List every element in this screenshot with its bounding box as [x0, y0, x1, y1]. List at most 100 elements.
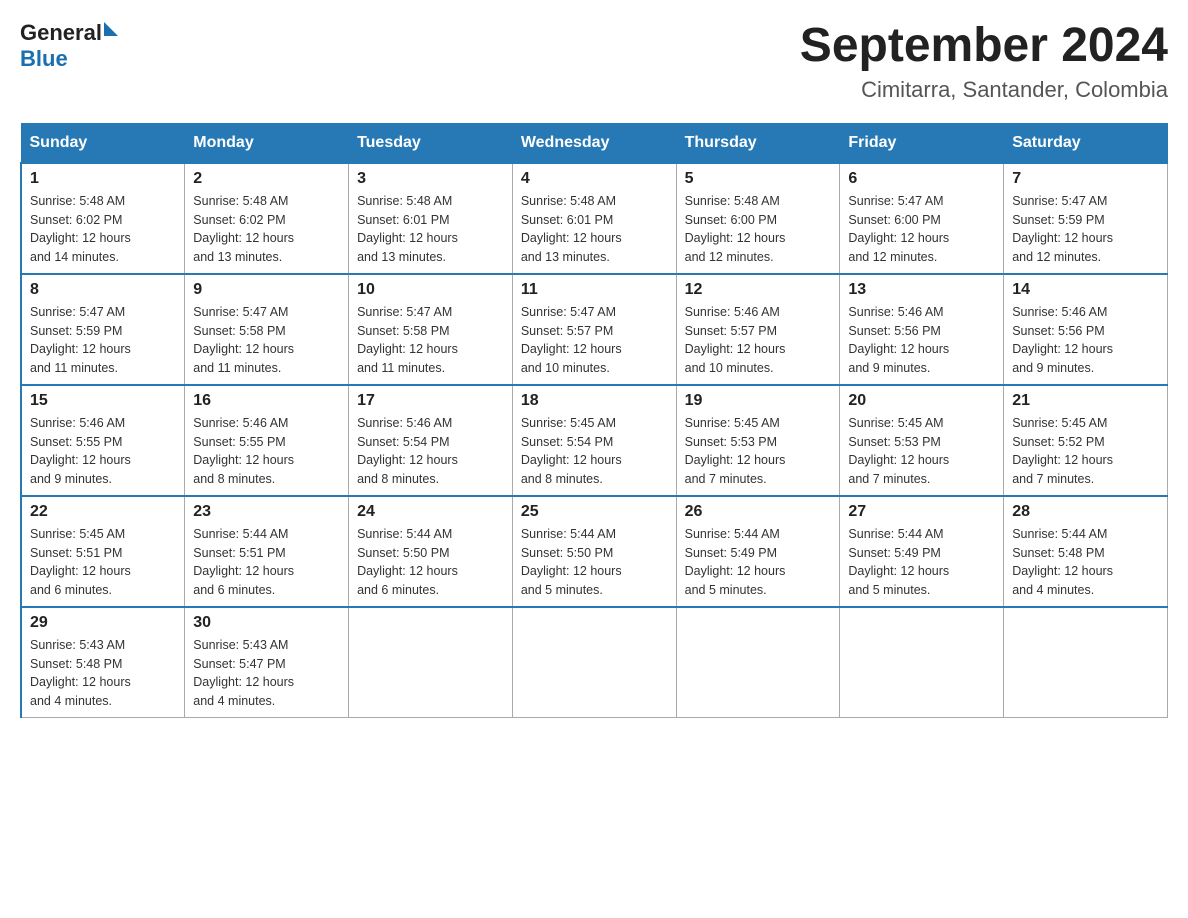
day-number: 26	[685, 503, 832, 521]
day-number: 15	[30, 392, 176, 410]
week-row-3: 15 Sunrise: 5:46 AM Sunset: 5:55 PM Dayl…	[21, 385, 1168, 496]
calendar-cell: 8 Sunrise: 5:47 AM Sunset: 5:59 PM Dayli…	[21, 274, 185, 385]
calendar-cell: 12 Sunrise: 5:46 AM Sunset: 5:57 PM Dayl…	[676, 274, 840, 385]
calendar-cell: 18 Sunrise: 5:45 AM Sunset: 5:54 PM Dayl…	[512, 385, 676, 496]
day-number: 27	[848, 503, 995, 521]
day-number: 28	[1012, 503, 1159, 521]
calendar-title: September 2024	[800, 20, 1168, 73]
day-number: 11	[521, 281, 668, 299]
header-thursday: Thursday	[676, 123, 840, 163]
calendar-cell: 4 Sunrise: 5:48 AM Sunset: 6:01 PM Dayli…	[512, 163, 676, 274]
calendar-cell	[512, 607, 676, 718]
day-number: 19	[685, 392, 832, 410]
calendar-cell: 23 Sunrise: 5:44 AM Sunset: 5:51 PM Dayl…	[185, 496, 349, 607]
day-number: 1	[30, 170, 176, 188]
day-number: 2	[193, 170, 340, 188]
calendar-cell: 17 Sunrise: 5:46 AM Sunset: 5:54 PM Dayl…	[349, 385, 513, 496]
title-area: September 2024 Cimitarra, Santander, Col…	[800, 20, 1168, 103]
day-number: 13	[848, 281, 995, 299]
calendar-cell	[676, 607, 840, 718]
day-info: Sunrise: 5:44 AM Sunset: 5:49 PM Dayligh…	[848, 525, 995, 600]
logo: General Blue	[20, 20, 118, 72]
day-info: Sunrise: 5:47 AM Sunset: 5:59 PM Dayligh…	[1012, 192, 1159, 267]
week-row-2: 8 Sunrise: 5:47 AM Sunset: 5:59 PM Dayli…	[21, 274, 1168, 385]
day-number: 25	[521, 503, 668, 521]
day-info: Sunrise: 5:45 AM Sunset: 5:52 PM Dayligh…	[1012, 414, 1159, 489]
day-info: Sunrise: 5:48 AM Sunset: 6:02 PM Dayligh…	[193, 192, 340, 267]
day-info: Sunrise: 5:47 AM Sunset: 5:58 PM Dayligh…	[193, 303, 340, 378]
day-info: Sunrise: 5:48 AM Sunset: 6:00 PM Dayligh…	[685, 192, 832, 267]
logo-triangle-icon	[104, 22, 118, 36]
day-number: 3	[357, 170, 504, 188]
calendar-cell: 19 Sunrise: 5:45 AM Sunset: 5:53 PM Dayl…	[676, 385, 840, 496]
day-info: Sunrise: 5:47 AM Sunset: 6:00 PM Dayligh…	[848, 192, 995, 267]
day-number: 24	[357, 503, 504, 521]
day-info: Sunrise: 5:47 AM Sunset: 5:58 PM Dayligh…	[357, 303, 504, 378]
calendar-cell: 21 Sunrise: 5:45 AM Sunset: 5:52 PM Dayl…	[1004, 385, 1168, 496]
day-number: 14	[1012, 281, 1159, 299]
calendar-cell: 25 Sunrise: 5:44 AM Sunset: 5:50 PM Dayl…	[512, 496, 676, 607]
header-monday: Monday	[185, 123, 349, 163]
day-info: Sunrise: 5:48 AM Sunset: 6:01 PM Dayligh…	[521, 192, 668, 267]
day-number: 8	[30, 281, 176, 299]
calendar-cell: 14 Sunrise: 5:46 AM Sunset: 5:56 PM Dayl…	[1004, 274, 1168, 385]
calendar-cell	[1004, 607, 1168, 718]
day-number: 9	[193, 281, 340, 299]
day-number: 6	[848, 170, 995, 188]
day-number: 17	[357, 392, 504, 410]
calendar-cell: 28 Sunrise: 5:44 AM Sunset: 5:48 PM Dayl…	[1004, 496, 1168, 607]
calendar-cell: 10 Sunrise: 5:47 AM Sunset: 5:58 PM Dayl…	[349, 274, 513, 385]
day-number: 4	[521, 170, 668, 188]
day-info: Sunrise: 5:46 AM Sunset: 5:57 PM Dayligh…	[685, 303, 832, 378]
header-sunday: Sunday	[21, 123, 185, 163]
calendar-cell: 1 Sunrise: 5:48 AM Sunset: 6:02 PM Dayli…	[21, 163, 185, 274]
day-number: 18	[521, 392, 668, 410]
day-info: Sunrise: 5:44 AM Sunset: 5:48 PM Dayligh…	[1012, 525, 1159, 600]
calendar-cell: 30 Sunrise: 5:43 AM Sunset: 5:47 PM Dayl…	[185, 607, 349, 718]
calendar-cell: 2 Sunrise: 5:48 AM Sunset: 6:02 PM Dayli…	[185, 163, 349, 274]
day-info: Sunrise: 5:45 AM Sunset: 5:53 PM Dayligh…	[685, 414, 832, 489]
calendar-table: SundayMondayTuesdayWednesdayThursdayFrid…	[20, 123, 1168, 718]
day-info: Sunrise: 5:44 AM Sunset: 5:51 PM Dayligh…	[193, 525, 340, 600]
day-number: 5	[685, 170, 832, 188]
calendar-cell: 16 Sunrise: 5:46 AM Sunset: 5:55 PM Dayl…	[185, 385, 349, 496]
day-info: Sunrise: 5:46 AM Sunset: 5:55 PM Dayligh…	[193, 414, 340, 489]
calendar-cell: 3 Sunrise: 5:48 AM Sunset: 6:01 PM Dayli…	[349, 163, 513, 274]
day-info: Sunrise: 5:45 AM Sunset: 5:51 PM Dayligh…	[30, 525, 176, 600]
day-number: 7	[1012, 170, 1159, 188]
day-info: Sunrise: 5:45 AM Sunset: 5:54 PM Dayligh…	[521, 414, 668, 489]
calendar-cell: 6 Sunrise: 5:47 AM Sunset: 6:00 PM Dayli…	[840, 163, 1004, 274]
calendar-cell: 20 Sunrise: 5:45 AM Sunset: 5:53 PM Dayl…	[840, 385, 1004, 496]
day-info: Sunrise: 5:45 AM Sunset: 5:53 PM Dayligh…	[848, 414, 995, 489]
calendar-cell: 15 Sunrise: 5:46 AM Sunset: 5:55 PM Dayl…	[21, 385, 185, 496]
day-info: Sunrise: 5:46 AM Sunset: 5:56 PM Dayligh…	[848, 303, 995, 378]
day-info: Sunrise: 5:43 AM Sunset: 5:48 PM Dayligh…	[30, 636, 176, 711]
week-row-1: 1 Sunrise: 5:48 AM Sunset: 6:02 PM Dayli…	[21, 163, 1168, 274]
day-info: Sunrise: 5:48 AM Sunset: 6:01 PM Dayligh…	[357, 192, 504, 267]
header-wednesday: Wednesday	[512, 123, 676, 163]
logo-general: General	[20, 20, 102, 46]
day-info: Sunrise: 5:47 AM Sunset: 5:59 PM Dayligh…	[30, 303, 176, 378]
logo-blue: Blue	[20, 46, 118, 72]
day-number: 21	[1012, 392, 1159, 410]
calendar-cell: 11 Sunrise: 5:47 AM Sunset: 5:57 PM Dayl…	[512, 274, 676, 385]
calendar-cell: 7 Sunrise: 5:47 AM Sunset: 5:59 PM Dayli…	[1004, 163, 1168, 274]
calendar-cell: 22 Sunrise: 5:45 AM Sunset: 5:51 PM Dayl…	[21, 496, 185, 607]
day-number: 30	[193, 614, 340, 632]
day-number: 10	[357, 281, 504, 299]
day-number: 22	[30, 503, 176, 521]
page-header: General Blue September 2024 Cimitarra, S…	[20, 20, 1168, 103]
header-friday: Friday	[840, 123, 1004, 163]
day-info: Sunrise: 5:44 AM Sunset: 5:49 PM Dayligh…	[685, 525, 832, 600]
header-tuesday: Tuesday	[349, 123, 513, 163]
day-info: Sunrise: 5:44 AM Sunset: 5:50 PM Dayligh…	[357, 525, 504, 600]
day-info: Sunrise: 5:46 AM Sunset: 5:56 PM Dayligh…	[1012, 303, 1159, 378]
calendar-subtitle: Cimitarra, Santander, Colombia	[800, 77, 1168, 103]
day-info: Sunrise: 5:43 AM Sunset: 5:47 PM Dayligh…	[193, 636, 340, 711]
day-info: Sunrise: 5:44 AM Sunset: 5:50 PM Dayligh…	[521, 525, 668, 600]
calendar-cell: 27 Sunrise: 5:44 AM Sunset: 5:49 PM Dayl…	[840, 496, 1004, 607]
calendar-cell: 5 Sunrise: 5:48 AM Sunset: 6:00 PM Dayli…	[676, 163, 840, 274]
day-info: Sunrise: 5:46 AM Sunset: 5:54 PM Dayligh…	[357, 414, 504, 489]
day-number: 12	[685, 281, 832, 299]
calendar-cell	[840, 607, 1004, 718]
